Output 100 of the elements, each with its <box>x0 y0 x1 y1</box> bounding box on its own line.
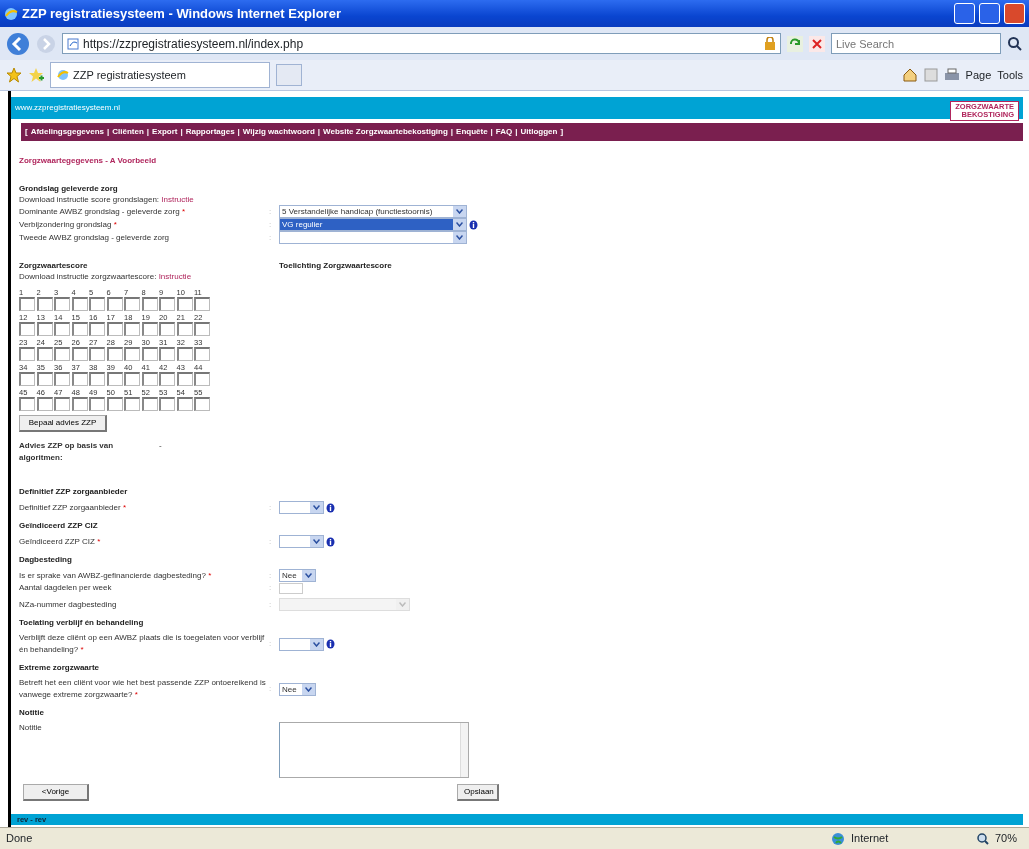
zoom-level[interactable]: 70% <box>994 830 1017 847</box>
score-input[interactable] <box>19 372 35 386</box>
score-input[interactable] <box>36 347 53 361</box>
score-input[interactable] <box>19 397 35 411</box>
score-input[interactable] <box>141 297 158 311</box>
score-input[interactable] <box>159 322 175 336</box>
menu-link[interactable]: Website Zorgzwaartebekostiging <box>323 126 448 138</box>
score-input[interactable] <box>141 347 158 361</box>
score-input[interactable] <box>176 297 193 311</box>
score-input[interactable] <box>194 297 210 311</box>
address-field[interactable]: https://zzpregistratiesysteem.nl/index.php <box>62 33 781 54</box>
score-input[interactable] <box>36 322 53 336</box>
select-field[interactable] <box>279 535 324 548</box>
menu-link[interactable]: Afdelingsgegevens <box>30 126 105 138</box>
score-input[interactable] <box>54 297 70 311</box>
score-input[interactable] <box>194 347 210 361</box>
score-input[interactable] <box>54 372 70 386</box>
score-input[interactable] <box>71 397 88 411</box>
score-input[interactable] <box>124 372 140 386</box>
notes-textarea[interactable] <box>279 722 469 778</box>
favorites-star-icon[interactable] <box>6 67 22 83</box>
menu-link[interactable]: Uitloggen <box>520 126 558 138</box>
score-input[interactable] <box>176 372 193 386</box>
score-input[interactable] <box>106 347 123 361</box>
menu-link[interactable]: Enquête <box>456 126 488 138</box>
scrollbar[interactable] <box>460 723 468 777</box>
score-input[interactable] <box>71 372 88 386</box>
score-input[interactable] <box>141 397 158 411</box>
instruction-link[interactable]: Instructie <box>158 272 192 281</box>
text-field[interactable] <box>279 582 303 594</box>
score-input[interactable] <box>159 347 175 361</box>
score-input[interactable] <box>19 347 35 361</box>
score-input[interactable] <box>194 397 210 411</box>
score-input[interactable] <box>159 397 175 411</box>
maximize-button[interactable] <box>979 3 1000 24</box>
score-input[interactable] <box>106 297 123 311</box>
menu-separator: | <box>450 126 454 138</box>
score-input[interactable] <box>54 347 70 361</box>
stop-icon[interactable] <box>809 35 825 52</box>
score-input[interactable] <box>176 322 193 336</box>
score-input[interactable] <box>36 397 53 411</box>
search-icon[interactable] <box>1007 35 1023 52</box>
instruction-text: Download instructie zorgzwaartescore: Instructie <box>19 271 193 282</box>
score-input[interactable] <box>89 322 105 336</box>
instruction-link[interactable]: Instructie <box>161 195 194 204</box>
score-input[interactable] <box>71 297 88 311</box>
score-input[interactable] <box>106 322 123 336</box>
menu-link[interactable]: Cliënten <box>112 126 144 138</box>
score-input[interactable] <box>141 372 158 386</box>
score-input[interactable] <box>194 372 210 386</box>
score-input[interactable] <box>89 397 105 411</box>
menu-link[interactable]: Rapportages <box>185 126 235 138</box>
menu-link[interactable]: Export <box>152 126 178 138</box>
save-button[interactable]: Opslaan <box>457 784 499 801</box>
select-field[interactable]: VG regulier <box>279 218 467 231</box>
score-input[interactable] <box>124 347 140 361</box>
page-menu[interactable]: Page <box>965 66 992 84</box>
score-input[interactable] <box>176 347 193 361</box>
tools-menu[interactable]: Tools <box>997 66 1023 84</box>
menu-link[interactable]: FAQ <box>495 126 513 138</box>
score-input[interactable] <box>176 397 193 411</box>
score-input[interactable] <box>71 322 88 336</box>
score-input[interactable] <box>36 297 53 311</box>
score-input[interactable] <box>89 297 105 311</box>
score-input[interactable] <box>159 297 175 311</box>
score-input[interactable] <box>159 372 175 386</box>
back-icon[interactable] <box>6 31 30 56</box>
score-input[interactable] <box>36 372 53 386</box>
select-field[interactable] <box>279 501 324 514</box>
field-label: Betreft het een cliënt voor wie het best passende ZZP ontoereikend is vanwege extreme zorgzwaarte? * <box>19 677 267 701</box>
select-field[interactable]: 5 Verstandelijke handicap (functiestoornis) <box>279 205 467 218</box>
refresh-icon[interactable] <box>787 35 803 52</box>
score-input[interactable] <box>19 297 35 311</box>
select-field[interactable]: Nee <box>279 682 316 696</box>
menu-link[interactable]: Wijzig wachtwoord <box>242 126 315 138</box>
select-field[interactable] <box>279 231 467 244</box>
score-input[interactable] <box>89 372 105 386</box>
score-input[interactable] <box>124 397 140 411</box>
score-input[interactable] <box>89 347 105 361</box>
score-input[interactable] <box>54 397 70 411</box>
score-input[interactable] <box>106 397 123 411</box>
minimize-button[interactable] <box>954 3 975 24</box>
browser-tab[interactable]: ZZP registratiesysteem <box>50 62 270 88</box>
score-input[interactable] <box>141 322 158 336</box>
select-field[interactable]: Nee <box>279 569 316 582</box>
score-input[interactable] <box>71 347 88 361</box>
close-button[interactable] <box>1004 3 1025 24</box>
add-favorite-icon[interactable] <box>28 67 44 83</box>
home-icon[interactable] <box>901 67 918 83</box>
printer-icon[interactable] <box>943 68 960 82</box>
score-input[interactable] <box>124 322 140 336</box>
search-field[interactable]: Live Search <box>831 33 1001 54</box>
score-input[interactable] <box>54 322 70 336</box>
select-field[interactable] <box>279 637 324 651</box>
determine-advice-button[interactable]: Bepaal advies ZZP <box>19 415 107 432</box>
previous-button[interactable]: <Vorige <box>23 784 89 801</box>
score-input[interactable] <box>124 297 140 311</box>
score-input[interactable] <box>19 322 35 336</box>
score-input[interactable] <box>106 372 123 386</box>
score-input[interactable] <box>194 322 210 336</box>
